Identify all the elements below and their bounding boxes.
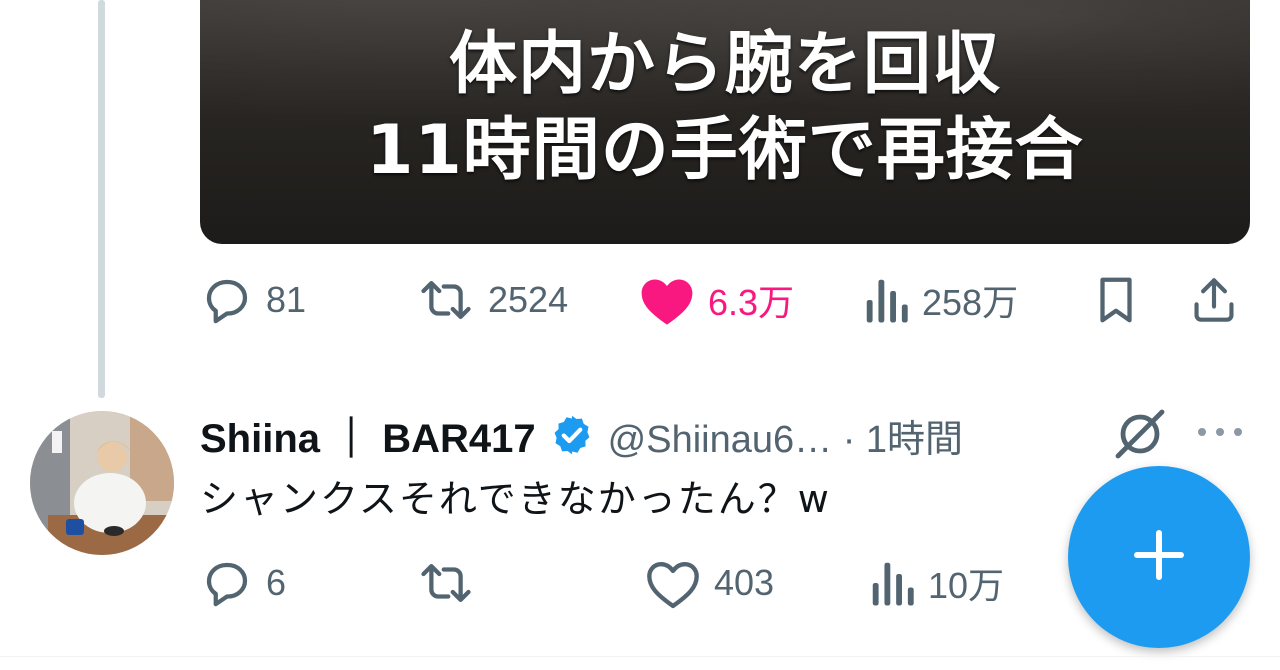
retweet-icon [416,556,476,610]
retweet-button[interactable] [416,553,488,613]
views-button[interactable]: 258万 [864,270,1018,330]
bookmark-button[interactable] [1094,270,1138,330]
heart-icon [644,556,702,610]
like-button[interactable]: 403 [644,553,774,613]
avatar[interactable] [30,411,174,555]
media-overlay-text: 体内から腕を回収 11時間の手術で再接合 [200,0,1250,194]
views-count: 10万 [928,565,1005,606]
reply-text: シャンクスそれできなかったん？w [200,477,831,521]
divider [0,656,1280,657]
reply-button[interactable]: 81 [200,270,306,330]
handle-and-timestamp[interactable]: @Shiinau6… · 1時間 [608,408,963,463]
views-count: 258万 [922,282,1019,323]
media-text-line-1: 体内から腕を回収 [448,25,1001,104]
speech-bubble-icon [200,556,254,610]
retweet-count: 2524 [488,279,569,320]
display-name[interactable]: Shiina ｜ BAR417 [200,406,536,464]
compose-button[interactable] [1068,466,1250,648]
share-button[interactable] [1190,270,1238,330]
verified-badge-icon [550,413,594,457]
media-text-line-2: 11時間の手術で再接合 [366,111,1084,190]
retweet-button[interactable]: 2524 [416,270,568,330]
reply-count: 6 [266,562,287,603]
thread-line [98,0,105,398]
tweet-actions-bar: 81 2524 6.3万 258万 [200,270,1250,330]
like-count: 6.3万 [708,282,795,323]
share-icon [1190,273,1238,327]
more-dots-icon[interactable] [1196,424,1244,444]
bar-chart-icon [864,273,910,327]
like-count: 403 [714,562,775,603]
tweet-media-image[interactable]: 体内から腕を回収 11時間の手術で再接合 [200,0,1250,244]
grok-icon[interactable] [1112,408,1168,464]
bookmark-icon [1094,273,1138,327]
speech-bubble-icon [200,273,254,327]
heart-icon [638,273,696,327]
reply-count: 81 [266,279,307,320]
retweet-icon [416,273,476,327]
reply-header: Shiina ｜ BAR417 @Shiinau6… · 1時間 [200,405,963,465]
bar-chart-icon [870,556,916,610]
plus-icon [1129,525,1189,589]
like-button[interactable]: 6.3万 [638,270,794,330]
views-button[interactable]: 10万 [870,553,1004,613]
reply-button[interactable]: 6 [200,553,286,613]
